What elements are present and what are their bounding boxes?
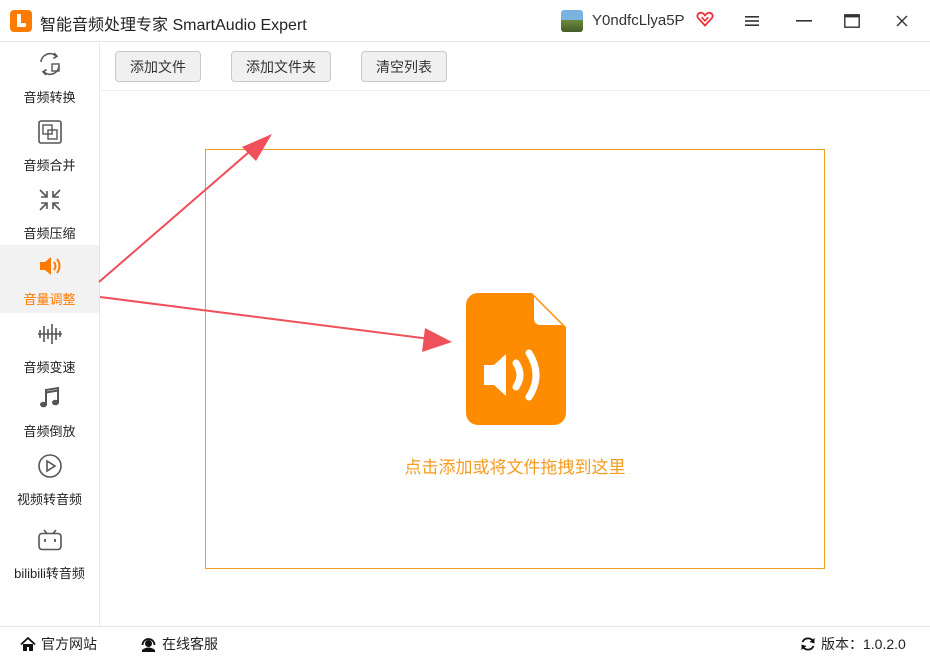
title-bar: 智能音频处理专家 SmartAudio Expert Y0ndfcLlya5P: [0, 0, 930, 42]
online-service-link[interactable]: 在线客服: [140, 634, 218, 654]
version-label: 版本：1.0.2.0: [821, 636, 906, 652]
file-drop-zone[interactable]: 点击添加或将文件拖拽到这里: [205, 149, 825, 569]
sidebar-item-audio-merge[interactable]: 音频合并: [0, 111, 99, 179]
convert-icon: [40, 52, 60, 76]
app-logo: [10, 10, 32, 32]
sidebar-item-audio-reverse[interactable]: 音频倒放: [0, 377, 99, 445]
sidebar-item-label: 音频合并: [23, 158, 76, 173]
sidebar-item-bilibili-to-audio[interactable]: bilibili转音频: [0, 519, 99, 587]
add-file-button[interactable]: 添加文件: [115, 51, 201, 82]
volume-icon: [40, 257, 61, 275]
sidebar-item-label: 音频压缩: [23, 226, 76, 241]
music-note-icon: [40, 386, 59, 408]
clear-list-button[interactable]: 清空列表: [361, 51, 447, 82]
hamburger-icon: [745, 16, 759, 26]
sidebar-item-label: 音频变速: [23, 360, 76, 375]
toolbar: 添加文件 添加文件夹 清空列表: [101, 43, 930, 91]
sidebar-item-label: 音频转换: [23, 90, 76, 105]
username[interactable]: Y0ndfcLlya5P: [592, 12, 685, 29]
official-site-link[interactable]: 官方网站: [20, 634, 97, 654]
home-icon: [20, 636, 36, 651]
avatar[interactable]: [561, 10, 583, 32]
speed-icon: [38, 324, 62, 344]
maximize-button[interactable]: [839, 8, 865, 34]
sidebar-item-audio-compress[interactable]: 音频压缩: [0, 179, 99, 247]
compress-icon: [39, 189, 61, 211]
menu-button[interactable]: [739, 8, 765, 34]
maximize-icon: [844, 14, 860, 28]
online-service-label: 在线客服: [162, 636, 218, 652]
audio-file-icon: [466, 293, 566, 425]
sidebar-item-audio-speed[interactable]: 音频变速: [0, 313, 99, 381]
sidebar-item-label: bilibili转音频: [14, 566, 85, 581]
vip-heart-icon[interactable]: [696, 10, 714, 28]
close-icon: [896, 15, 908, 27]
sidebar-item-video-to-audio[interactable]: 视频转音频: [0, 445, 99, 513]
sidebar-item-label: 视频转音频: [16, 492, 82, 507]
app-window: 智能音频处理专家 SmartAudio Expert Y0ndfcLlya5P: [0, 0, 930, 660]
headset-icon: [141, 638, 156, 652]
minimize-icon: [796, 20, 812, 22]
status-bar: 官方网站 在线客服 版本：1.0.2.0: [0, 626, 930, 660]
bilibili-icon: [38, 529, 62, 551]
sidebar: 音频转换 音频合并 音频压缩 音量调整 音频变速 音频倒放 视频转音频 bili…: [0, 43, 100, 626]
version-info: 版本：1.0.2.0: [800, 634, 906, 654]
minimize-button[interactable]: [791, 8, 817, 34]
drop-hint-text: 点击添加或将文件拖拽到这里: [404, 458, 626, 477]
close-button[interactable]: [889, 8, 915, 34]
refresh-icon: [801, 637, 815, 651]
merge-icon: [38, 120, 62, 144]
sidebar-item-label: 音量调整: [23, 292, 76, 307]
sidebar-item-audio-convert[interactable]: 音频转换: [0, 43, 99, 111]
official-site-label: 官方网站: [41, 636, 97, 652]
sidebar-item-volume-adjust[interactable]: 音量调整: [0, 245, 99, 313]
play-icon: [38, 454, 62, 478]
sidebar-item-label: 音频倒放: [23, 424, 76, 439]
add-folder-button[interactable]: 添加文件夹: [231, 51, 331, 82]
app-title: 智能音频处理专家 SmartAudio Expert: [40, 17, 307, 34]
